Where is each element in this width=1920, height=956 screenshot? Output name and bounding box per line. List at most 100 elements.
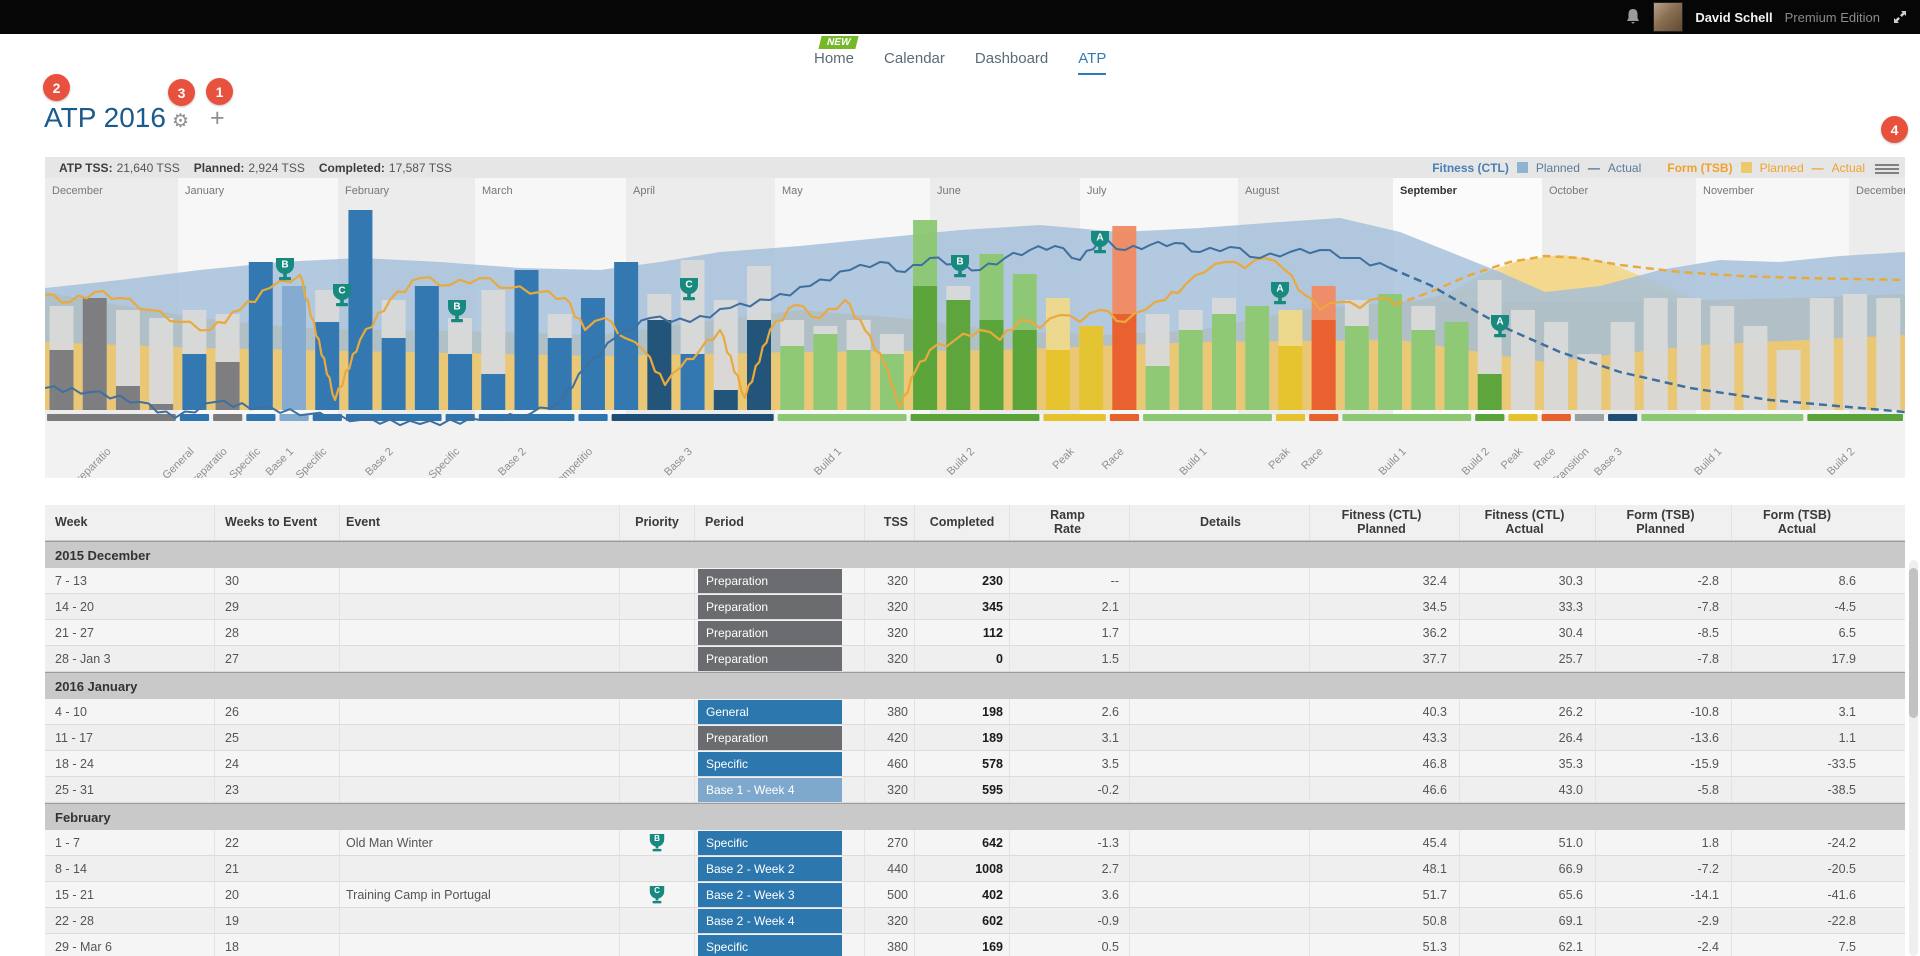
period-strip-segment[interactable] bbox=[1508, 414, 1537, 421]
col-ramp-rate[interactable]: Ramp Rate bbox=[1010, 505, 1130, 540]
table-row[interactable]: 8 - 1421Base 2 - Week 244010082.748.166.… bbox=[45, 856, 1905, 882]
week-bar-completed[interactable] bbox=[348, 210, 372, 410]
period-strip-segment[interactable] bbox=[1342, 414, 1471, 421]
nav-home[interactable]: Home bbox=[814, 50, 854, 75]
col-completed[interactable]: Completed bbox=[915, 505, 1010, 540]
week-bar-planned[interactable] bbox=[1810, 298, 1834, 410]
week-bar-completed[interactable] bbox=[747, 320, 771, 410]
table-row[interactable]: 1 - 722Old Man WinterBSpecific270642-1.3… bbox=[45, 830, 1905, 856]
week-bar-completed[interactable] bbox=[714, 390, 738, 410]
week-bar-completed[interactable] bbox=[1179, 330, 1203, 410]
notification-bell-icon[interactable] bbox=[1625, 8, 1641, 26]
week-bar-completed[interactable] bbox=[415, 286, 439, 410]
period-strip-segment[interactable] bbox=[246, 414, 275, 421]
week-bar-planned[interactable] bbox=[1644, 298, 1668, 410]
week-bar-completed[interactable] bbox=[448, 354, 472, 410]
table-row[interactable]: 22 - 2819Base 2 - Week 4320602-0.950.869… bbox=[45, 908, 1905, 934]
table-row[interactable]: 4 - 1026General3801982.640.326.2-10.83.1 bbox=[45, 699, 1905, 725]
week-bar-planned[interactable] bbox=[1511, 310, 1535, 410]
period-strip-segment[interactable] bbox=[1807, 414, 1903, 421]
week-bar-planned[interactable] bbox=[1876, 298, 1900, 410]
period-badge[interactable]: Base 2 - Week 4 bbox=[698, 909, 842, 933]
nav-calendar[interactable]: Calendar bbox=[884, 50, 945, 75]
col-ctl-planned[interactable]: Fitness (CTL) Planned bbox=[1310, 505, 1460, 540]
col-ctl-actual[interactable]: Fitness (CTL) Actual bbox=[1460, 505, 1596, 540]
period-badge[interactable]: Preparation bbox=[698, 647, 842, 671]
week-bar-completed[interactable] bbox=[1378, 294, 1402, 410]
week-bar-completed[interactable] bbox=[1312, 320, 1336, 410]
table-row[interactable]: 18 - 2424Specific4605783.546.835.3-15.9-… bbox=[45, 751, 1905, 777]
week-bar-completed[interactable] bbox=[282, 286, 306, 410]
week-bar-planned[interactable] bbox=[1843, 294, 1867, 410]
scrollbar-thumb[interactable] bbox=[1909, 568, 1918, 718]
period-badge[interactable]: Preparation bbox=[698, 726, 842, 750]
period-badge[interactable]: Preparation bbox=[698, 621, 842, 645]
col-week[interactable]: Week bbox=[45, 505, 215, 540]
period-strip-segment[interactable] bbox=[778, 414, 907, 421]
week-bar-completed[interactable] bbox=[481, 374, 505, 410]
week-bar-completed[interactable] bbox=[382, 338, 406, 410]
period-badge[interactable]: Base 2 - Week 3 bbox=[698, 883, 842, 907]
week-bar-completed[interactable] bbox=[116, 386, 140, 410]
chart-menu-icon[interactable] bbox=[1875, 162, 1899, 176]
period-strip-segment[interactable] bbox=[1475, 414, 1504, 421]
period-badge[interactable]: Specific bbox=[698, 831, 842, 855]
gear-icon[interactable]: ⚙ bbox=[172, 110, 189, 133]
fullscreen-expand-icon[interactable] bbox=[1892, 9, 1908, 25]
period-strip-segment[interactable] bbox=[578, 414, 607, 421]
period-badge[interactable]: Base 1 - Week 4 bbox=[698, 778, 842, 802]
week-bar-completed[interactable] bbox=[548, 338, 572, 410]
user-name[interactable]: David Schell bbox=[1695, 10, 1772, 25]
period-badge[interactable]: General bbox=[698, 700, 842, 724]
period-strip-segment[interactable] bbox=[1542, 414, 1571, 421]
table-row[interactable]: 25 - 3123Base 1 - Week 4320595-0.246.643… bbox=[45, 777, 1905, 803]
col-priority[interactable]: Priority bbox=[620, 505, 695, 540]
period-strip-segment[interactable] bbox=[1276, 414, 1305, 421]
week-bar-completed[interactable] bbox=[1411, 330, 1435, 410]
nav-dashboard[interactable]: Dashboard bbox=[975, 50, 1048, 75]
col-event[interactable]: Event bbox=[340, 505, 620, 540]
period-strip-segment[interactable] bbox=[1309, 414, 1338, 421]
period-strip-segment[interactable] bbox=[1608, 414, 1637, 421]
nav-atp[interactable]: ATP bbox=[1078, 50, 1106, 75]
atp-chart[interactable]: DecemberJanuaryFebruaryMarchAprilMayJune… bbox=[45, 178, 1905, 478]
table-row[interactable]: 28 - Jan 327Preparation32001.537.725.7-7… bbox=[45, 646, 1905, 672]
week-bar-completed[interactable] bbox=[1046, 350, 1070, 410]
period-strip-segment[interactable] bbox=[47, 414, 176, 421]
week-bar-completed[interactable] bbox=[1245, 306, 1269, 410]
period-badge[interactable]: Preparation bbox=[698, 595, 842, 619]
week-bar-planned[interactable] bbox=[1544, 322, 1568, 410]
period-badge[interactable]: Specific bbox=[698, 935, 842, 956]
period-strip-segment[interactable] bbox=[1110, 414, 1139, 421]
week-bar-completed[interactable] bbox=[1278, 346, 1302, 410]
col-tsb-planned[interactable]: Form (TSB) Planned bbox=[1596, 505, 1732, 540]
period-badge[interactable]: Preparation bbox=[698, 569, 842, 593]
week-bar-completed[interactable] bbox=[50, 350, 74, 410]
week-bar-completed[interactable] bbox=[249, 262, 273, 410]
period-strip-segment[interactable] bbox=[1043, 414, 1105, 421]
col-period[interactable]: Period bbox=[695, 505, 865, 540]
col-weeks-to-event[interactable]: Weeks to Event bbox=[215, 505, 340, 540]
week-bar-completed[interactable] bbox=[1478, 374, 1502, 410]
week-bar-completed[interactable] bbox=[847, 350, 871, 410]
week-bar-completed[interactable] bbox=[813, 334, 837, 410]
table-row[interactable]: 14 - 2029Preparation3203452.134.533.3-7.… bbox=[45, 594, 1905, 620]
period-strip-segment[interactable] bbox=[911, 414, 1040, 421]
col-tss[interactable]: TSS bbox=[865, 505, 915, 540]
period-strip-segment[interactable] bbox=[612, 414, 774, 421]
period-strip-segment[interactable] bbox=[180, 414, 209, 421]
week-bar-planned[interactable] bbox=[149, 318, 173, 410]
period-strip-segment[interactable] bbox=[1143, 414, 1272, 421]
col-tsb-actual[interactable]: Form (TSB) Actual bbox=[1732, 505, 1868, 540]
week-bar-completed[interactable] bbox=[1146, 366, 1170, 410]
week-bar-completed[interactable] bbox=[1212, 314, 1236, 410]
table-row[interactable]: 7 - 1330Preparation320230--32.430.3-2.88… bbox=[45, 568, 1905, 594]
week-bar-planned[interactable] bbox=[1677, 298, 1701, 410]
week-bar-completed[interactable] bbox=[1112, 314, 1136, 410]
avatar[interactable] bbox=[1653, 2, 1683, 32]
week-bar-completed[interactable] bbox=[946, 300, 970, 410]
table-row[interactable]: 21 - 2728Preparation3201121.736.230.4-8.… bbox=[45, 620, 1905, 646]
period-strip-segment[interactable] bbox=[213, 414, 242, 421]
col-details[interactable]: Details bbox=[1130, 505, 1310, 540]
week-bar-completed[interactable] bbox=[1079, 326, 1103, 410]
